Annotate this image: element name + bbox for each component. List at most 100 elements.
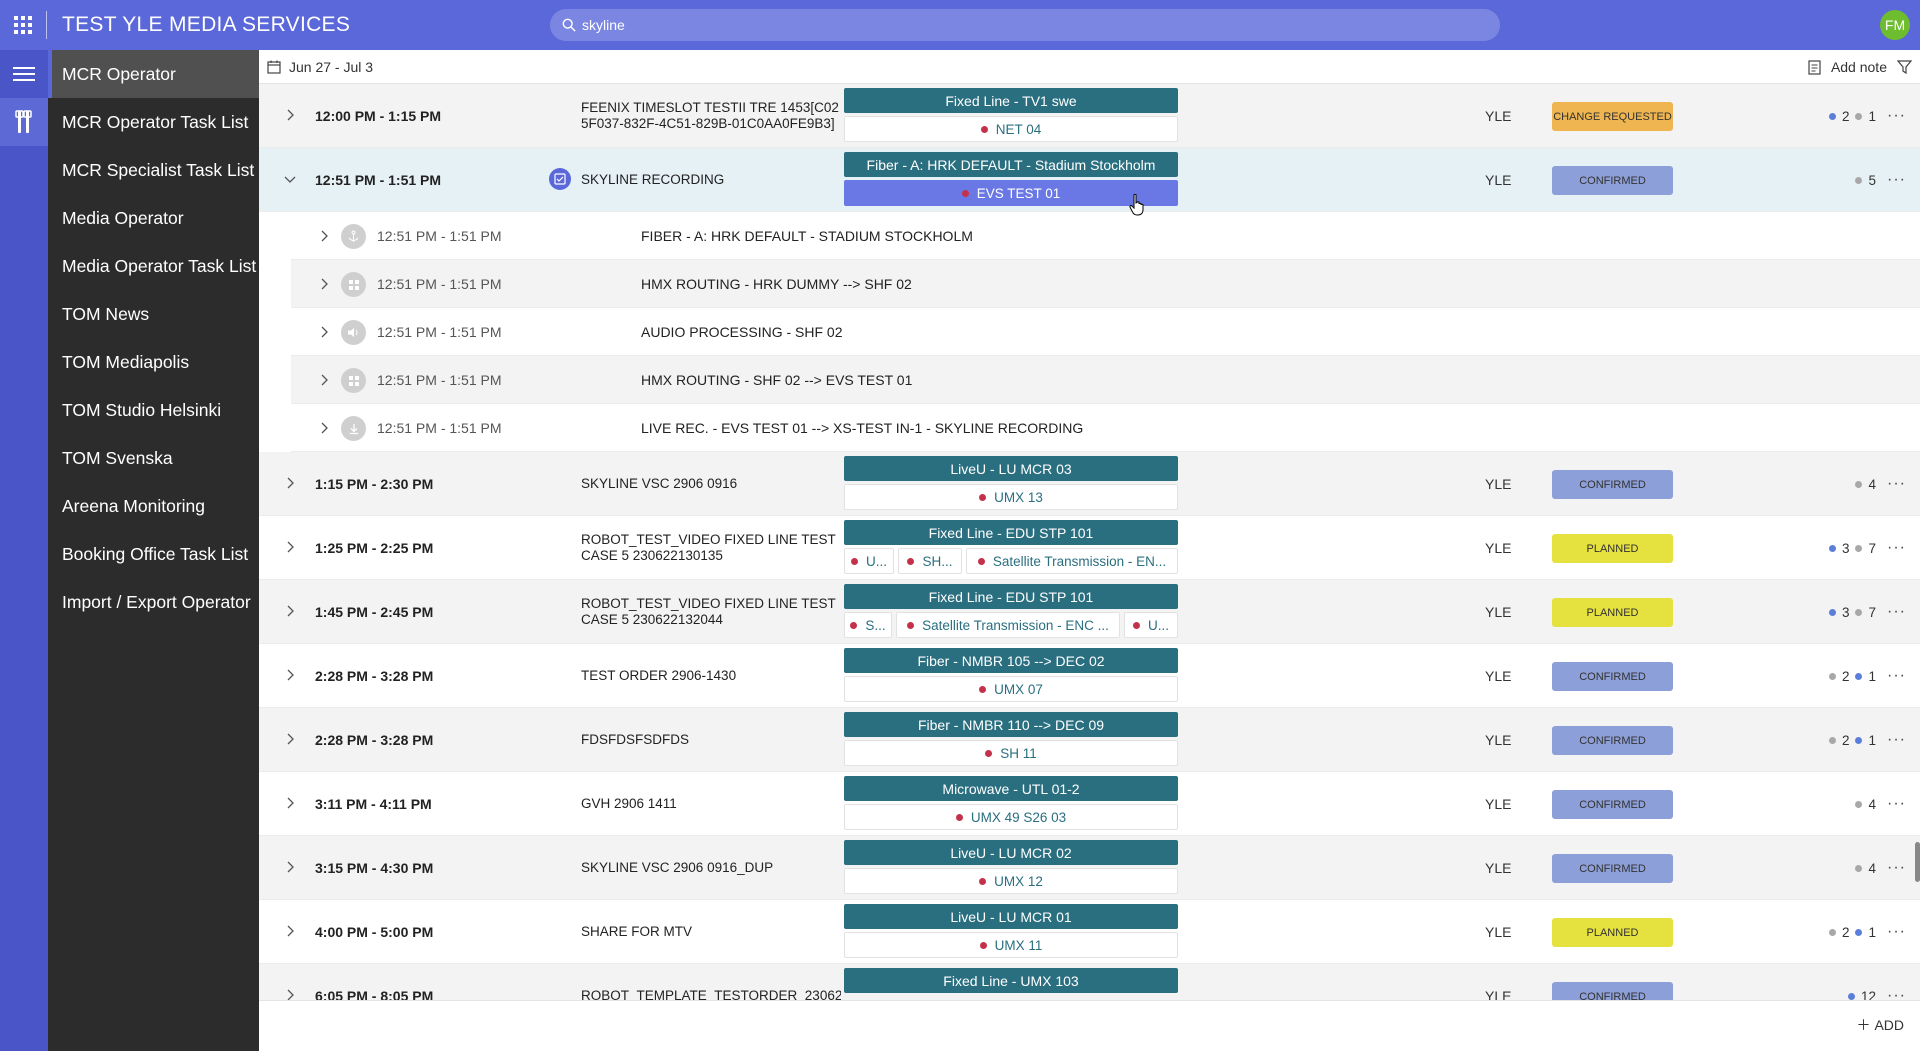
chevron-right-icon[interactable]: [317, 373, 331, 387]
chevron-right-icon[interactable]: [283, 108, 297, 122]
chevron-right-icon[interactable]: [283, 924, 297, 938]
resource-label[interactable]: LiveU - LU MCR 01: [844, 904, 1178, 929]
resource-label[interactable]: Fixed Line - TV1 swe: [844, 88, 1178, 113]
subtask-row[interactable]: 12:51 PM - 1:51 PM AUDIO PROCESSING - SH…: [291, 308, 1920, 356]
chevron-right-icon[interactable]: [283, 860, 297, 874]
resource-label[interactable]: Fixed Line - EDU STP 101: [844, 584, 1178, 609]
avatar[interactable]: FM: [1880, 10, 1910, 40]
search-box[interactable]: [550, 9, 1500, 41]
chevron-right-icon[interactable]: [317, 229, 331, 243]
status-badge: CONFIRMED: [1552, 662, 1673, 691]
sidebar-item-media-operator[interactable]: Media Operator: [48, 194, 259, 242]
app-launcher-icon[interactable]: [0, 0, 46, 50]
more-options-icon[interactable]: ···: [1887, 644, 1906, 708]
more-options-icon[interactable]: ···: [1887, 516, 1906, 580]
resource-chip[interactable]: U...: [844, 548, 894, 574]
calendar-icon[interactable]: [267, 60, 281, 74]
subtask-row[interactable]: 12:51 PM - 1:51 PM HMX ROUTING - HRK DUM…: [291, 260, 1920, 308]
resource-chip[interactable]: UMX 11: [844, 932, 1178, 958]
note-icon[interactable]: [1808, 59, 1821, 75]
more-options-icon[interactable]: ···: [1887, 900, 1906, 964]
chevron-right-icon[interactable]: [283, 796, 297, 810]
resource-chip[interactable]: UMX 13: [844, 484, 1178, 510]
sidebar-item-tom-mediapolis[interactable]: TOM Mediapolis: [48, 338, 259, 386]
resource-chip[interactable]: UMX 49 S26 03: [844, 804, 1178, 830]
resource-label[interactable]: Fiber - NMBR 105 --> DEC 02: [844, 648, 1178, 673]
more-options-icon[interactable]: ···: [1887, 580, 1906, 644]
tools-icon[interactable]: [0, 98, 48, 146]
add-button[interactable]: ＋ ADD: [1856, 1015, 1904, 1035]
sidebar-item-tom-news[interactable]: TOM News: [48, 290, 259, 338]
subtask-row[interactable]: 12:51 PM - 1:51 PM FIBER - A: HRK DEFAUL…: [291, 212, 1920, 260]
more-options-icon[interactable]: ···: [1887, 772, 1906, 836]
chevron-down-icon[interactable]: [283, 172, 297, 186]
sidebar-item-mcr-operator[interactable]: MCR Operator: [48, 50, 259, 98]
resource-chip[interactable]: SH...: [898, 548, 962, 574]
table-row[interactable]: 4:00 PM - 5:00 PM SHARE FOR MTV LiveU - …: [259, 900, 1920, 964]
add-note-button[interactable]: Add note: [1831, 59, 1887, 75]
chevron-right-icon[interactable]: [283, 540, 297, 554]
row-time: 4:00 PM - 5:00 PM: [315, 924, 434, 940]
table-row[interactable]: 3:11 PM - 4:11 PM GVH 2906 1411 Microwav…: [259, 772, 1920, 836]
more-options-icon[interactable]: ···: [1887, 708, 1906, 772]
row-counts: 21: [1828, 900, 1876, 964]
more-options-icon[interactable]: ···: [1887, 84, 1906, 148]
more-options-icon[interactable]: ···: [1887, 836, 1906, 900]
resource-chip[interactable]: U...: [1124, 612, 1178, 638]
resource-chip[interactable]: UMX 07: [844, 676, 1178, 702]
chevron-right-icon[interactable]: [283, 476, 297, 490]
table-row[interactable]: 3:15 PM - 4:30 PM SKYLINE VSC 2906 0916_…: [259, 836, 1920, 900]
chevron-right-icon[interactable]: [283, 988, 297, 1000]
chevron-right-icon[interactable]: [283, 604, 297, 618]
subtask-title: LIVE REC. - EVS TEST 01 --> XS-TEST IN-1…: [641, 420, 1084, 436]
chevron-right-icon[interactable]: [317, 277, 331, 291]
table-row[interactable]: 2:28 PM - 3:28 PM FDSFDSFSDFDS Fiber - N…: [259, 708, 1920, 772]
more-options-icon[interactable]: ···: [1887, 452, 1906, 516]
resource-label[interactable]: Fiber - A: HRK DEFAULT - Stadium Stockho…: [844, 152, 1178, 177]
resource-chip[interactable]: SH 11: [844, 740, 1178, 766]
resource-label[interactable]: Fixed Line - UMX 103: [844, 968, 1178, 993]
chevron-right-icon[interactable]: [283, 668, 297, 682]
resource-chip[interactable]: S...: [844, 612, 892, 638]
resource-label[interactable]: Microwave - UTL 01-2: [844, 776, 1178, 801]
date-range[interactable]: Jun 27 - Jul 3: [289, 59, 373, 75]
row-title: GVH 2906 1411: [581, 796, 677, 811]
sidebar-item-mcr-specialist-task-list[interactable]: MCR Specialist Task List: [48, 146, 259, 194]
table-row[interactable]: 2:28 PM - 3:28 PM TEST ORDER 2906-1430 F…: [259, 644, 1920, 708]
table-row[interactable]: 1:25 PM - 2:25 PM ROBOT_TEST_VIDEO FIXED…: [259, 516, 1920, 580]
table-row[interactable]: 12:51 PM - 1:51 PM SKYLINE RECORDING Fib…: [259, 148, 1920, 212]
resource-chip[interactable]: NET 04: [844, 116, 1178, 142]
sidebar-item-tom-svenska[interactable]: TOM Svenska: [48, 434, 259, 482]
resource-label[interactable]: Fixed Line - EDU STP 101: [844, 520, 1178, 545]
resource-chip[interactable]: Satellite Transmission - ENC ...: [896, 612, 1120, 638]
sidebar-item-import-export-operator[interactable]: Import / Export Operator: [48, 578, 259, 626]
resource-chip[interactable]: EVS TEST 01: [844, 180, 1178, 206]
resource-label[interactable]: LiveU - LU MCR 02: [844, 840, 1178, 865]
hamburger-menu-icon[interactable]: [0, 50, 48, 98]
table-row[interactable]: 1:45 PM - 2:45 PM ROBOT_TEST_VIDEO FIXED…: [259, 580, 1920, 644]
task-list-icon[interactable]: [549, 168, 571, 190]
table-row[interactable]: 6:05 PM - 8:05 PM ROBOT_TEMPLATE_TESTORD…: [259, 964, 1920, 1000]
table-row[interactable]: 1:15 PM - 2:30 PM SKYLINE VSC 2906 0916 …: [259, 452, 1920, 516]
chevron-right-icon[interactable]: [317, 421, 331, 435]
search-input[interactable]: [582, 17, 1462, 33]
chevron-right-icon[interactable]: [283, 732, 297, 746]
sidebar-item-media-operator-task-list[interactable]: Media Operator Task List: [48, 242, 259, 290]
resource-chip[interactable]: Satellite Transmission - EN...: [966, 548, 1178, 574]
more-options-icon[interactable]: ···: [1887, 148, 1906, 212]
resource-chip[interactable]: UMX 12: [844, 868, 1178, 894]
sidebar-item-mcr-operator-task-list[interactable]: MCR Operator Task List: [48, 98, 259, 146]
table-row[interactable]: 12:00 PM - 1:15 PM FEENIX TIMESLOT TESTI…: [259, 84, 1920, 148]
more-options-icon[interactable]: ···: [1887, 964, 1906, 1000]
plus-icon: ＋: [1856, 1017, 1871, 1033]
filter-icon[interactable]: [1897, 59, 1912, 75]
sidebar-item-areena-monitoring[interactable]: Areena Monitoring: [48, 482, 259, 530]
vertical-scrollbar[interactable]: [1915, 842, 1920, 882]
resource-label[interactable]: Fiber - NMBR 110 --> DEC 09: [844, 712, 1178, 737]
subtask-row[interactable]: 12:51 PM - 1:51 PM LIVE REC. - EVS TEST …: [291, 404, 1920, 452]
sidebar-item-tom-studio-helsinki[interactable]: TOM Studio Helsinki: [48, 386, 259, 434]
chevron-right-icon[interactable]: [317, 325, 331, 339]
sidebar-item-booking-office-task-list[interactable]: Booking Office Task List: [48, 530, 259, 578]
subtask-row[interactable]: 12:51 PM - 1:51 PM HMX ROUTING - SHF 02 …: [291, 356, 1920, 404]
resource-label[interactable]: LiveU - LU MCR 03: [844, 456, 1178, 481]
